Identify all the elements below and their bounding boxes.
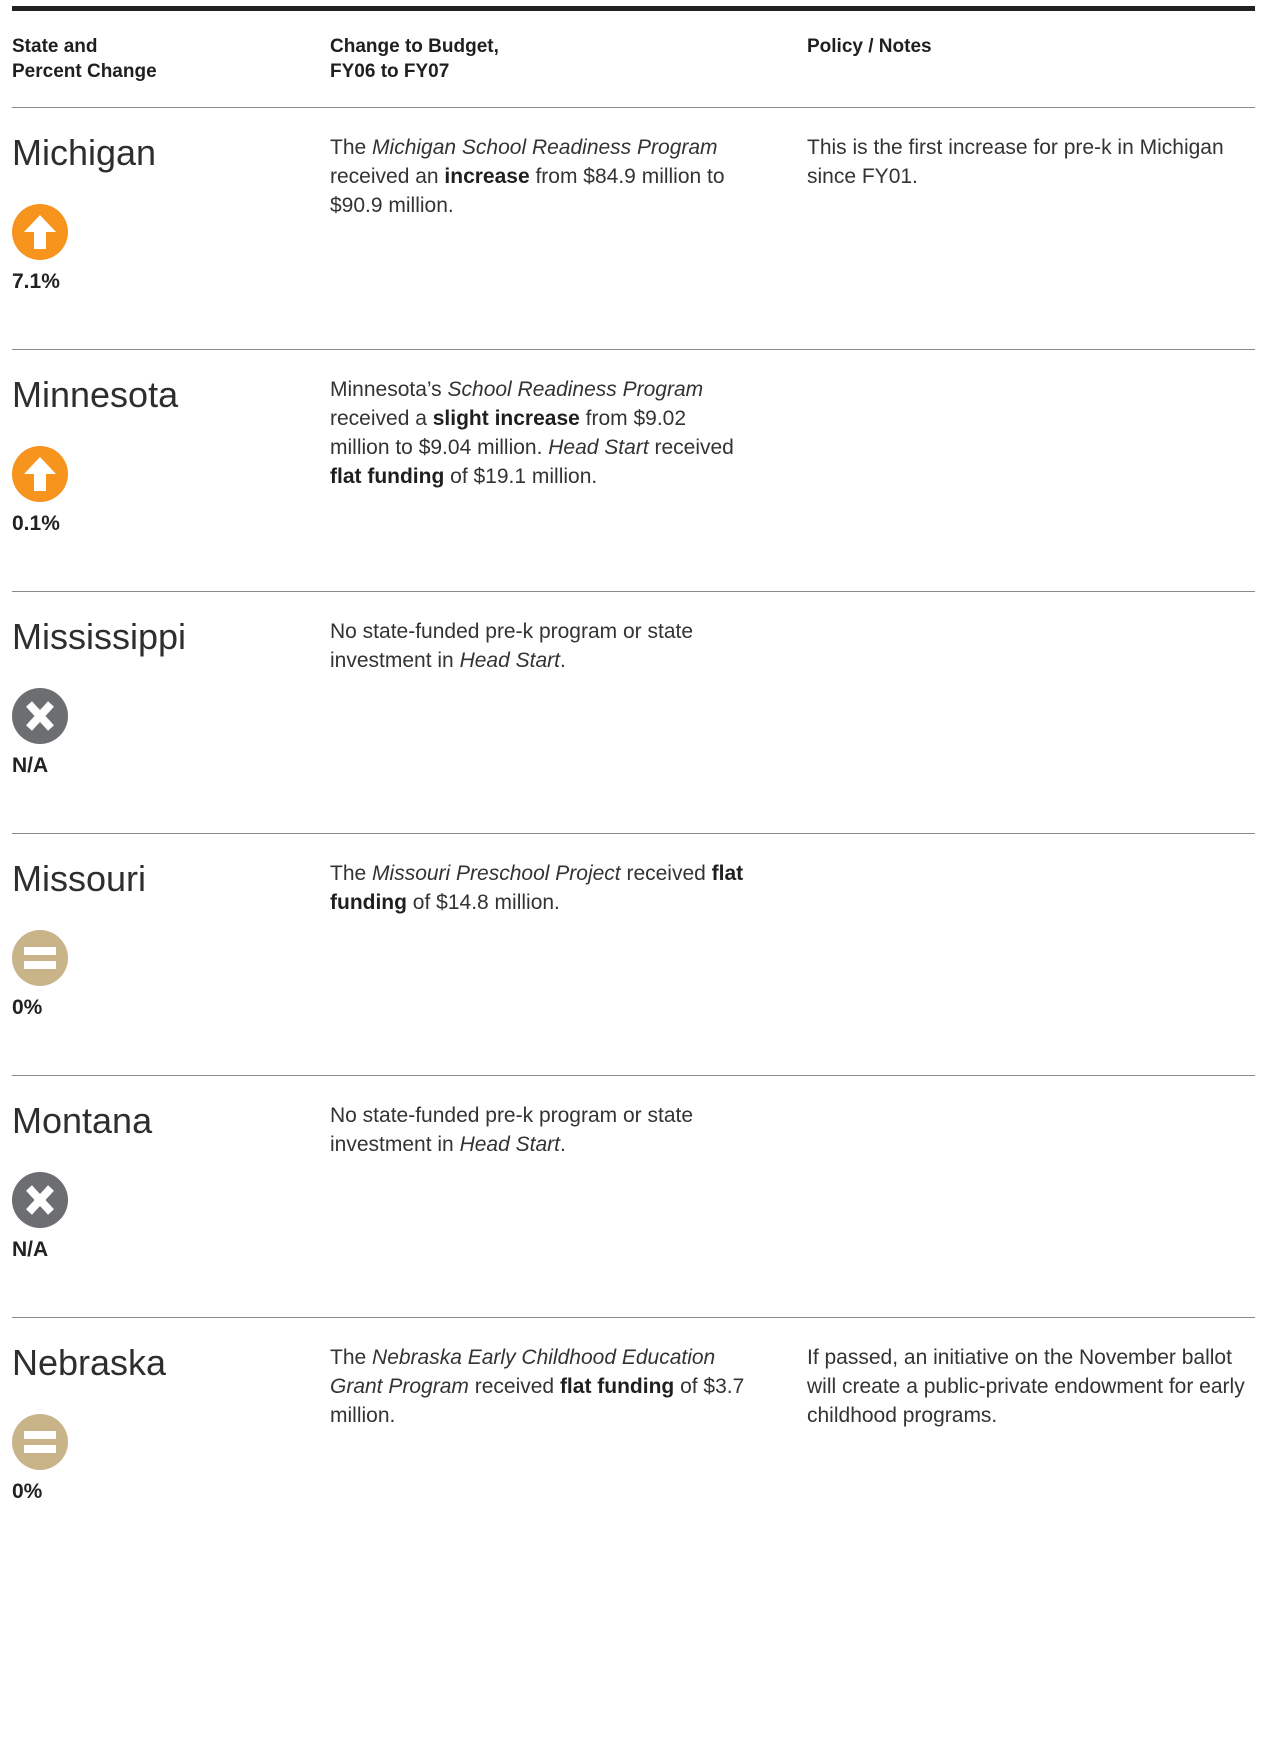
budget-text-segment: School Readiness Program	[447, 378, 704, 401]
budget-text-segment: received	[620, 862, 712, 885]
budget-text-segment: .	[559, 1133, 566, 1156]
budget-text-segment: The	[330, 136, 373, 159]
budget-text-segment: flat funding	[330, 465, 445, 488]
column-header-notes: Policy / Notes	[807, 34, 1207, 59]
budget-text-segment: Head Start	[459, 1133, 560, 1156]
budget-text-segment: Head Start	[548, 436, 649, 459]
percent-change: 7.1%	[12, 270, 60, 293]
table-row-missouri: Missouri 0% The Missouri Preschool Proje…	[0, 833, 1266, 1103]
budget-text-segment: received	[468, 1375, 560, 1398]
budget-text-segment: Head Start	[459, 649, 560, 672]
state-name: Michigan	[12, 132, 157, 173]
state-name: Nebraska	[12, 1342, 167, 1383]
budget-change-text: No state-funded pre-k program or state i…	[330, 1101, 750, 1159]
percent-change: 0%	[12, 996, 43, 1019]
budget-text-segment: increase	[444, 165, 530, 188]
budget-change-text: The Missouri Preschool Project received …	[330, 859, 750, 917]
state-name: Missouri	[12, 858, 147, 899]
budget-change-text: Minnesota’s School Readiness Program rec…	[330, 375, 750, 491]
state-name: Montana	[12, 1100, 153, 1141]
equals-icon	[12, 930, 68, 986]
policy-notes-text: This is the first increase for pre-k in …	[807, 136, 1224, 188]
percent-change: N/A	[12, 754, 49, 777]
budget-text-segment: received a	[330, 407, 433, 430]
budget-text-segment: Michigan School Readiness Program	[372, 136, 718, 159]
percent-change: 0.1%	[12, 512, 60, 535]
budget-table-page: State and Percent Change Change to Budge…	[0, 0, 1266, 1762]
budget-change-text: The Michigan School Readiness Program re…	[330, 133, 750, 220]
budget-change-text: The Nebraska Early Childhood Education G…	[330, 1343, 750, 1430]
column-header-budget: Change to Budget, FY06 to FY07	[330, 34, 730, 84]
policy-notes-text: If passed, an initiative on the November…	[807, 1346, 1245, 1427]
budget-text-segment: Missouri Preschool Project	[372, 862, 621, 885]
budget-text-segment: .	[559, 649, 566, 672]
state-name: Mississippi	[12, 616, 187, 657]
equals-icon	[12, 1414, 68, 1470]
budget-text-segment: of $19.1 million.	[444, 465, 598, 488]
arrow-up-icon	[12, 204, 68, 260]
table-row-nebraska: Nebraska 0% The Nebraska Early Childhood…	[0, 1317, 1266, 1587]
column-header-state-line1: State and	[12, 36, 98, 57]
budget-text-segment: of $14.8 million.	[406, 891, 560, 914]
arrow-up-icon	[12, 446, 68, 502]
table-row-mississippi: Mississippi N/A No state-funded pre-k pr…	[0, 591, 1266, 861]
budget-text-segment: slight increase	[432, 407, 580, 430]
top-rule	[12, 6, 1255, 11]
budget-change-text: No state-funded pre-k program or state i…	[330, 617, 750, 675]
budget-text-segment: The	[330, 862, 373, 885]
budget-text-segment: The	[330, 1346, 373, 1369]
column-header-state: State and Percent Change	[12, 34, 292, 84]
column-header-budget-line2: FY06 to FY07	[330, 61, 450, 82]
column-header-notes-line1: Policy / Notes	[807, 36, 932, 57]
budget-text-segment: flat funding	[559, 1375, 675, 1398]
table-row-michigan: Michigan 7.1% The Michigan School Readin…	[0, 107, 1266, 377]
state-name: Minnesota	[12, 374, 179, 415]
budget-text-segment: received an	[330, 165, 445, 188]
table-row-minnesota: Minnesota 0.1% Minnesota’s School Readin…	[0, 349, 1266, 619]
percent-change: N/A	[12, 1238, 49, 1261]
column-header-state-line2: Percent Change	[12, 61, 157, 82]
column-header-budget-line1: Change to Budget,	[330, 36, 499, 57]
table-row-montana: Montana N/A No state-funded pre-k progra…	[0, 1075, 1266, 1345]
budget-text-segment: received	[648, 436, 734, 459]
x-icon	[12, 1172, 68, 1228]
x-icon	[12, 688, 68, 744]
budget-text-segment: Minnesota’s	[330, 378, 448, 401]
percent-change: 0%	[12, 1480, 43, 1503]
